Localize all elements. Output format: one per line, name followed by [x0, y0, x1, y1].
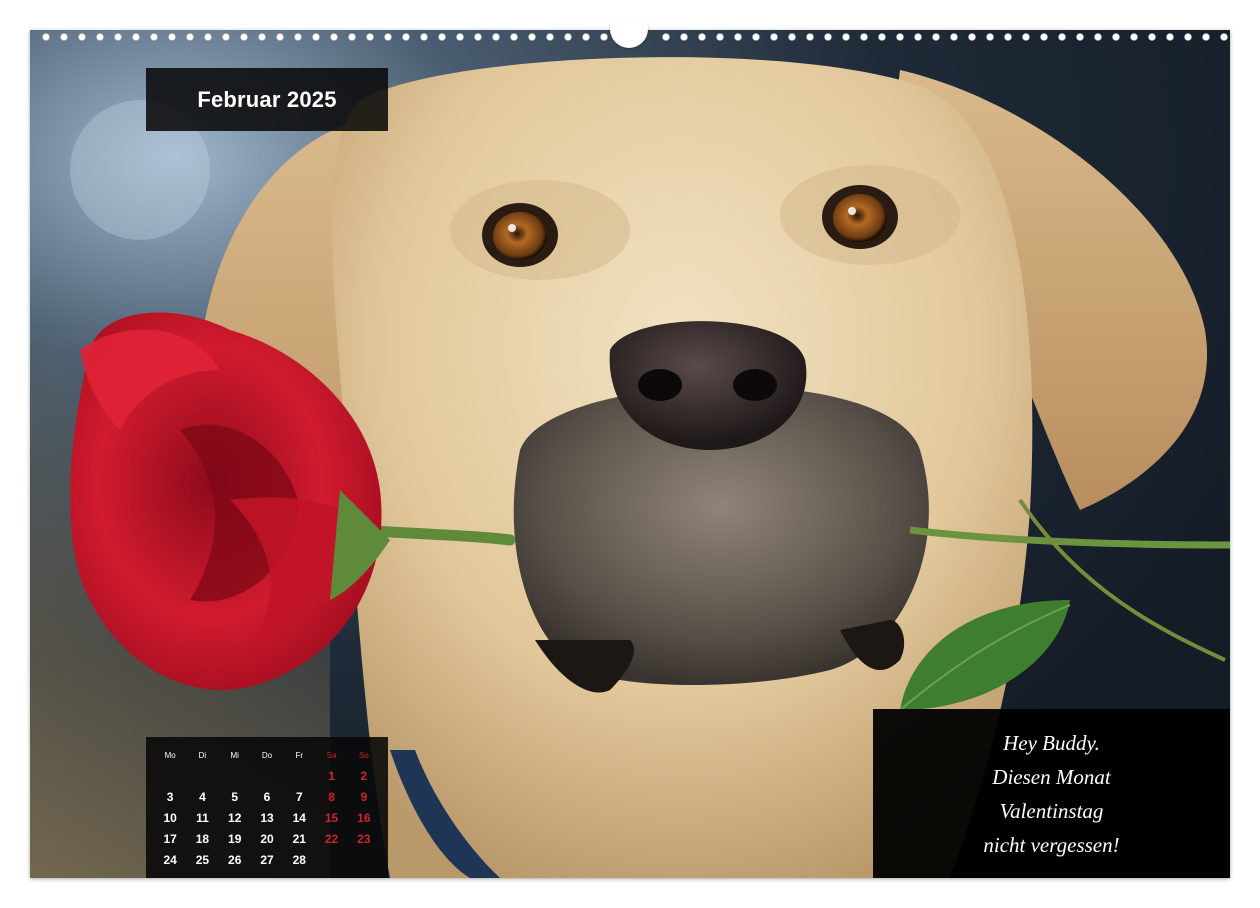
- calendar-day: 16: [357, 811, 371, 825]
- calendar-day: [315, 853, 347, 867]
- calendar-day: 2: [360, 769, 368, 783]
- weekday-label: Do: [261, 751, 273, 760]
- calendar-week: 17 18 19 20 21 22 23: [154, 832, 380, 846]
- weekday-label: Mo: [164, 751, 176, 760]
- calendar-week: 10 11 12 13 14 15 16: [154, 811, 380, 825]
- message-line: Hey Buddy.: [1003, 730, 1100, 755]
- calendar-day: 24: [163, 853, 177, 867]
- calendar-day: 18: [195, 832, 210, 846]
- calendar-day: 1: [328, 769, 335, 783]
- message-line: Valentinstag: [999, 798, 1104, 823]
- calendar-day: 4: [199, 790, 206, 804]
- weekday-label: Fr: [295, 751, 304, 760]
- calendar-day: 13: [260, 811, 274, 825]
- calendar-day: 5: [231, 790, 239, 804]
- calendar-week: 3 4 5 6 7 8 9: [154, 790, 380, 804]
- month-title: Februar 2025: [146, 68, 388, 131]
- weekday-label: So: [358, 751, 369, 760]
- calendar-day: 3: [166, 790, 174, 804]
- calendar-day: 6: [263, 790, 271, 804]
- weekday-label: Di: [198, 751, 207, 760]
- calendar-day: 12: [228, 811, 242, 825]
- weekday-header: Mo Di Mi Do Fr Sa So: [154, 751, 380, 760]
- calendar-day: 23: [357, 832, 371, 846]
- calendar-day: 28: [292, 853, 306, 867]
- calendar-day: 9: [360, 790, 368, 804]
- weekday-label: Sa: [326, 751, 337, 760]
- mini-calendar: Mo Di Mi Do Fr Sa So 1 2 3 4 5 6 7 8 9 1…: [146, 737, 388, 878]
- calendar-day: 14: [292, 811, 306, 825]
- calendar-week: 1 2: [154, 769, 380, 783]
- calendar-week: 24 25 26 27 28: [154, 853, 380, 867]
- calendar-day: [219, 769, 251, 783]
- weekday-label: Mi: [230, 751, 239, 760]
- message-line: nicht vergessen!: [983, 832, 1120, 857]
- calendar-day: 8: [328, 790, 335, 804]
- calendar-day: 26: [228, 853, 242, 867]
- calendar-day: 11: [196, 811, 209, 825]
- message-line: Diesen Monat: [992, 764, 1111, 789]
- calendar-day: [186, 769, 218, 783]
- calendar-day: 20: [260, 832, 274, 846]
- calendar-day: [154, 769, 186, 783]
- calendar-day: 7: [295, 790, 303, 804]
- calendar-day: 10: [163, 811, 177, 825]
- calendar-day: 19: [228, 832, 242, 846]
- calendar-day: 25: [195, 853, 210, 867]
- calendar-day: 15: [324, 811, 339, 825]
- calendar-day: [283, 769, 315, 783]
- calendar-day: [348, 853, 380, 867]
- calendar-day: 17: [163, 832, 177, 846]
- calendar-day: [251, 769, 283, 783]
- calendar-day: 27: [260, 853, 274, 867]
- calendar-day: 21: [292, 832, 306, 846]
- message-box: Hey Buddy. Diesen Monat Valentinstag nic…: [873, 709, 1230, 878]
- calendar-day: 22: [324, 832, 339, 846]
